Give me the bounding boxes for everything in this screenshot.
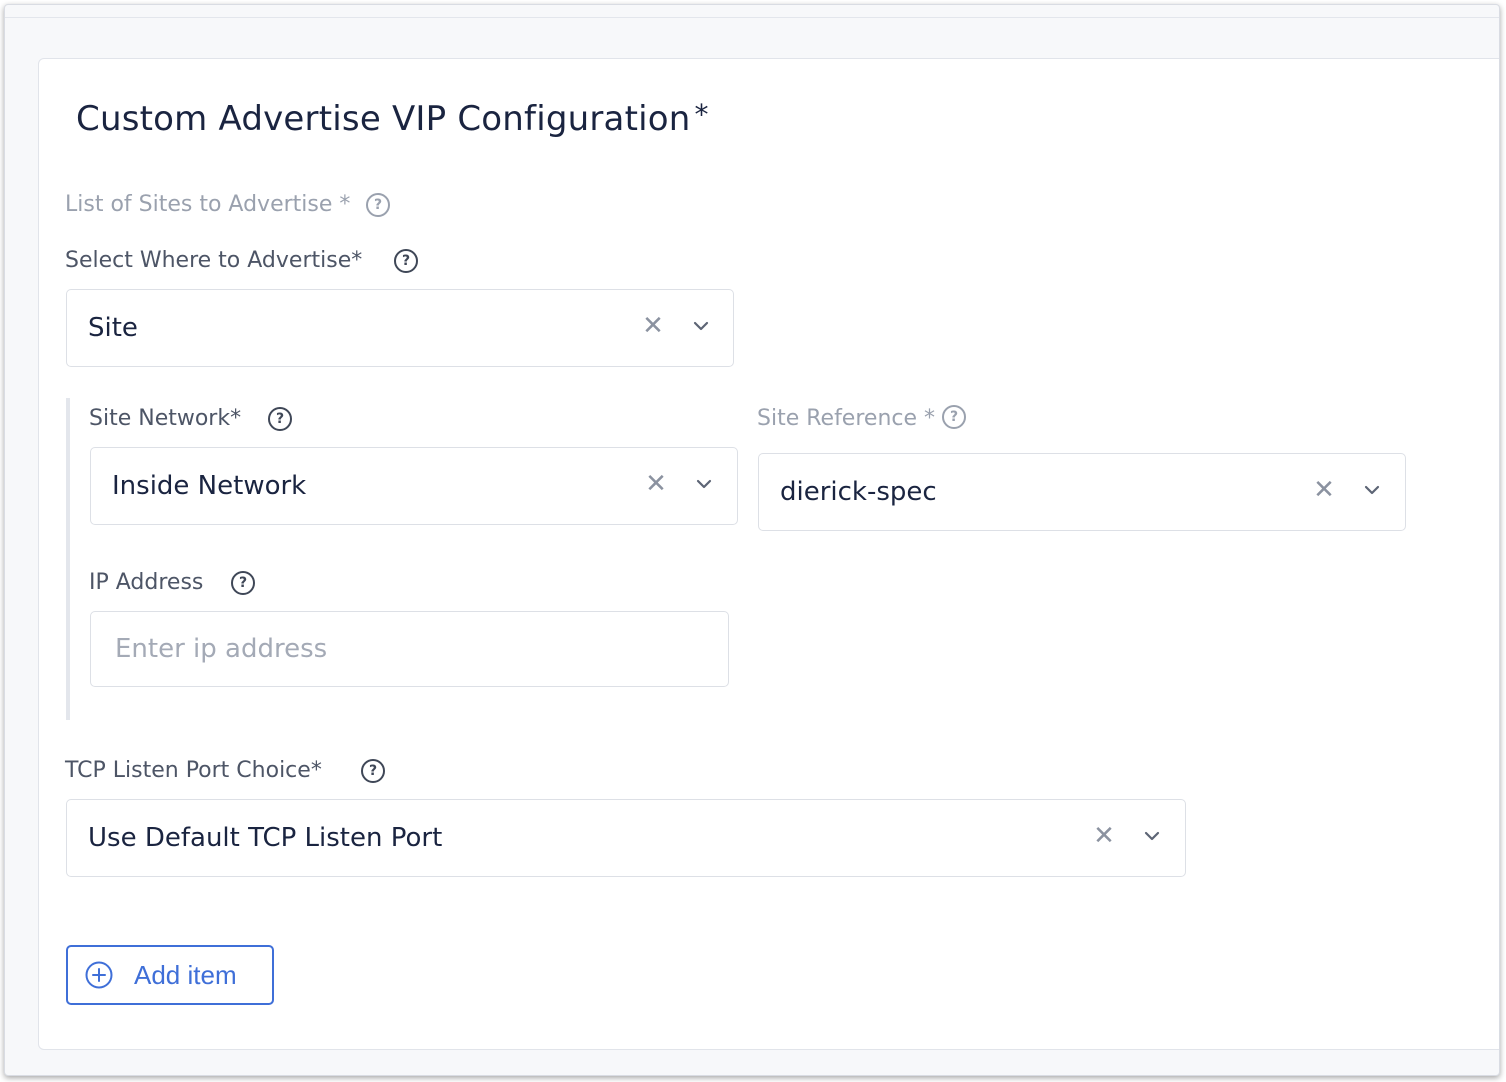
close-icon[interactable]: ✕ bbox=[1310, 476, 1338, 504]
window: Custom Advertise VIP Configuration * List… bbox=[4, 4, 1500, 1076]
chevron-down-icon[interactable] bbox=[1360, 478, 1384, 502]
site-reference-select[interactable]: dierick-spec ✕ bbox=[758, 453, 1406, 531]
config-card: Custom Advertise VIP Configuration * List… bbox=[38, 58, 1499, 1050]
site-network-label: Site Network* bbox=[89, 406, 242, 431]
site-reference-label: Site Reference * bbox=[757, 406, 936, 431]
plus-circle-icon bbox=[85, 961, 113, 989]
close-icon[interactable]: ✕ bbox=[642, 470, 670, 498]
site-reference-value: dierick-spec bbox=[780, 477, 937, 507]
question-circle-icon[interactable]: ? bbox=[942, 405, 966, 429]
top-divider bbox=[5, 17, 1499, 18]
add-item-button[interactable]: Add item bbox=[66, 945, 274, 1005]
site-network-value: Inside Network bbox=[112, 471, 307, 501]
where-label: Select Where to Advertise* bbox=[65, 248, 363, 273]
tcp-port-select[interactable]: Use Default TCP Listen Port ✕ bbox=[66, 799, 1186, 877]
chevron-down-icon[interactable] bbox=[689, 314, 713, 338]
nested-group-bar bbox=[66, 398, 70, 720]
close-icon[interactable]: ✕ bbox=[1090, 822, 1118, 850]
title-text: Custom Advertise VIP Configuration bbox=[76, 99, 691, 139]
question-circle-icon[interactable]: ? bbox=[394, 249, 418, 273]
required-mark: * bbox=[694, 98, 709, 131]
add-item-label: Add item bbox=[134, 960, 237, 990]
question-circle-icon[interactable]: ? bbox=[361, 759, 385, 783]
where-select[interactable]: Site ✕ bbox=[66, 289, 734, 367]
sites-list-label: List of Sites to Advertise * bbox=[65, 192, 351, 217]
where-select-value: Site bbox=[88, 313, 138, 343]
chevron-down-icon[interactable] bbox=[1140, 824, 1164, 848]
page-title: Custom Advertise VIP Configuration * bbox=[76, 98, 709, 139]
tcp-port-label: TCP Listen Port Choice* bbox=[65, 758, 322, 783]
question-circle-icon[interactable]: ? bbox=[366, 193, 390, 217]
question-circle-icon[interactable]: ? bbox=[231, 571, 255, 595]
tcp-port-value: Use Default TCP Listen Port bbox=[88, 823, 443, 853]
ip-address-input[interactable] bbox=[90, 611, 729, 687]
site-network-select[interactable]: Inside Network ✕ bbox=[90, 447, 738, 525]
ip-address-label: IP Address bbox=[89, 570, 204, 595]
chevron-down-icon[interactable] bbox=[692, 472, 716, 496]
close-icon[interactable]: ✕ bbox=[639, 312, 667, 340]
question-circle-icon[interactable]: ? bbox=[268, 407, 292, 431]
